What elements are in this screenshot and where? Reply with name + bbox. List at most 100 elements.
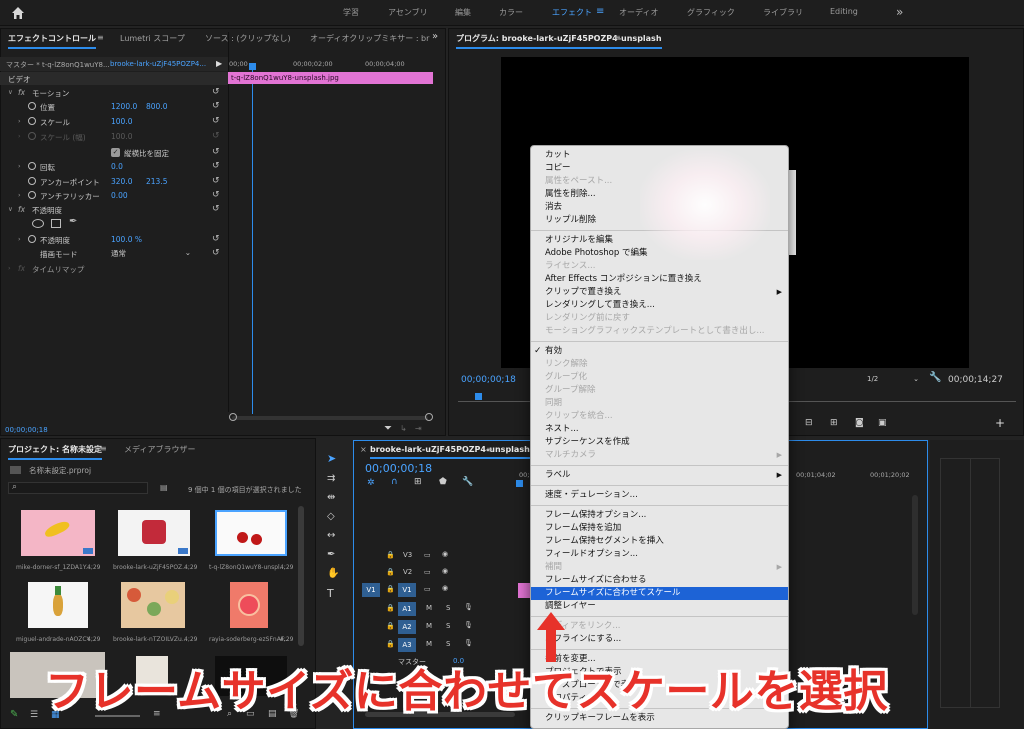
home-icon[interactable] xyxy=(10,5,26,21)
reset-icon[interactable]: ↺ xyxy=(212,248,222,258)
solo-button[interactable]: S xyxy=(446,640,450,648)
expand-icon[interactable]: ∨ xyxy=(8,88,13,96)
more-workspaces-icon[interactable]: » xyxy=(896,5,903,19)
pencil-icon[interactable]: ✎ xyxy=(10,709,18,720)
sync-lock-icon[interactable]: ▭ xyxy=(424,568,431,576)
wrench-icon[interactable]: 🔧 xyxy=(929,372,941,383)
workspace-tab-effects[interactable]: エフェクト xyxy=(552,7,592,18)
export-icon[interactable]: ⇥ xyxy=(415,424,422,433)
menu-item[interactable]: サブシーケンスを作成 xyxy=(531,436,788,449)
reset-icon[interactable]: ↺ xyxy=(212,87,222,97)
expand-icon[interactable]: › xyxy=(18,117,21,125)
reset-icon[interactable]: ↺ xyxy=(212,116,222,126)
add-button-icon[interactable]: + xyxy=(995,416,1005,430)
expand-icon[interactable]: ∨ xyxy=(8,205,13,213)
reset-icon[interactable]: ↺ xyxy=(212,161,222,171)
menu-item[interactable]: ラベル ▶ xyxy=(531,469,788,482)
playhead-line[interactable] xyxy=(252,64,253,414)
expand-icon[interactable]: › xyxy=(8,264,11,272)
opacity-effect-row[interactable]: ∨ fx 不透明度 ↺ xyxy=(0,203,226,217)
workspace-menu-icon[interactable]: ≡ xyxy=(596,6,604,17)
tab-lumetri-scopes[interactable]: Lumetri スコープ xyxy=(120,33,185,44)
menu-item[interactable]: フレーム保持セグメントを挿入 xyxy=(531,535,788,548)
expand-icon[interactable]: › xyxy=(18,191,21,199)
scroll-handle-left[interactable] xyxy=(229,413,237,421)
panel-menu-icon[interactable]: ≡ xyxy=(614,33,621,42)
menu-item[interactable]: フレームサイズに合わせる xyxy=(531,574,788,587)
selection-tool-icon[interactable]: ➤ xyxy=(327,452,336,465)
workspace-tab-graphics[interactable]: グラフィック xyxy=(687,7,735,18)
tab-media-browser[interactable]: メディアブラウザー xyxy=(124,444,195,455)
workspace-tab-assembly[interactable]: アセンブリ xyxy=(388,7,428,18)
clip-selector[interactable]: brooke-lark-uZjF45POZP4... xyxy=(110,60,206,68)
menu-item[interactable]: フィールドオプション... xyxy=(531,548,788,561)
play-icon[interactable]: ▶ xyxy=(216,59,222,68)
timeline-playhead[interactable] xyxy=(516,480,523,487)
reset-icon[interactable]: ↺ xyxy=(212,204,222,214)
thumb-berries[interactable] xyxy=(118,510,190,556)
workspace-tab-learn[interactable]: 学習 xyxy=(343,7,359,18)
microphone-icon[interactable]: 🎙 xyxy=(464,603,473,611)
program-timecode[interactable]: 00;00;00;18 xyxy=(461,375,516,385)
insert-icon[interactable]: ⊟ xyxy=(805,418,813,428)
tab-project[interactable]: プロジェクト: 名称未設定 xyxy=(8,444,102,460)
type-tool-icon[interactable]: T xyxy=(327,587,334,600)
position-x-value[interactable]: 1200.0 xyxy=(111,102,137,111)
nest-icon[interactable]: ✲ xyxy=(367,478,375,488)
slip-tool-icon[interactable]: ↔ xyxy=(327,530,335,541)
ellipse-mask-icon[interactable] xyxy=(32,219,44,228)
track-target-a3[interactable]: A3 xyxy=(398,638,416,652)
reset-icon[interactable]: ↺ xyxy=(212,101,222,111)
reset-icon[interactable]: ↺ xyxy=(212,234,222,244)
marker-icon[interactable]: ⬟ xyxy=(439,477,447,487)
sync-lock-icon[interactable]: ▭ xyxy=(424,585,431,593)
mute-button[interactable]: M xyxy=(426,640,432,648)
pen-mask-icon[interactable]: ✒ xyxy=(69,216,77,227)
workspace-tab-audio[interactable]: オーディオ xyxy=(619,7,658,18)
thumb-food-table[interactable] xyxy=(121,582,185,628)
reset-icon[interactable]: ↺ xyxy=(212,190,222,200)
eye-icon[interactable]: ◉ xyxy=(442,584,448,592)
settings-wrench-icon[interactable]: 🔧 xyxy=(462,477,473,487)
stopwatch-icon[interactable] xyxy=(28,117,36,125)
project-scrollbar[interactable] xyxy=(298,506,304,646)
program-playhead[interactable] xyxy=(475,393,482,400)
stopwatch-icon[interactable] xyxy=(28,191,36,199)
lock-icon[interactable]: 🔒 xyxy=(386,551,395,559)
reset-icon[interactable]: ↺ xyxy=(212,176,222,186)
close-icon[interactable]: × xyxy=(360,445,367,454)
thumb-cherries[interactable] xyxy=(215,510,287,556)
mute-button[interactable]: M xyxy=(426,622,432,630)
lock-icon[interactable]: 🔒 xyxy=(386,585,395,593)
ripple-edit-tool-icon[interactable]: ⇹ xyxy=(327,492,335,503)
resolution-select[interactable]: 1/2 ⌄ xyxy=(867,375,921,386)
menu-item[interactable]: 有効 ✓ xyxy=(531,345,788,358)
ripple-icon[interactable]: ↳ xyxy=(400,424,407,433)
workspace-tab-color[interactable]: カラー xyxy=(499,7,523,18)
stopwatch-icon[interactable] xyxy=(28,162,36,170)
menu-item[interactable]: オフラインにする... xyxy=(531,633,788,646)
thumb-pineapple[interactable] xyxy=(28,582,88,628)
menu-item[interactable]: フレーム保持オプション... xyxy=(531,509,788,522)
tab-effect-controls[interactable]: エフェクトコントロール xyxy=(8,33,96,49)
overwrite-icon[interactable]: ⊞ xyxy=(830,418,838,428)
lock-icon[interactable]: 🔒 xyxy=(386,622,395,630)
menu-item[interactable]: ネスト... xyxy=(531,423,788,436)
reset-icon[interactable]: ↺ xyxy=(212,147,222,157)
menu-item[interactable]: After Effects コンポジションに置き換え xyxy=(531,273,788,286)
lock-icon[interactable]: 🔒 xyxy=(386,568,395,576)
ec-clip-bar[interactable]: t-q-lZ8onQ1wuY8-unsplash.jpg xyxy=(228,72,433,84)
new-bin-icon[interactable]: ▤ xyxy=(160,483,168,492)
menu-item[interactable]: クリップで置き換え ▶ xyxy=(531,286,788,299)
antiflicker-value[interactable]: 0.00 xyxy=(111,191,128,200)
microphone-icon[interactable]: 🎙 xyxy=(464,639,473,647)
fx-icon[interactable]: fx xyxy=(18,205,25,214)
ec-zoom-scrollbar[interactable] xyxy=(232,416,428,420)
stopwatch-icon[interactable] xyxy=(28,177,36,185)
opacity-value[interactable]: 100.0 % xyxy=(111,235,142,244)
source-patch-v1[interactable]: V1 xyxy=(362,583,380,597)
workspace-tab-editing[interactable]: Editing xyxy=(830,7,858,16)
ec-timecode[interactable]: 00;00;00;18 xyxy=(5,426,48,434)
eye-icon[interactable]: ◉ xyxy=(442,567,448,575)
camera-icon[interactable]: ◙ xyxy=(855,418,864,428)
